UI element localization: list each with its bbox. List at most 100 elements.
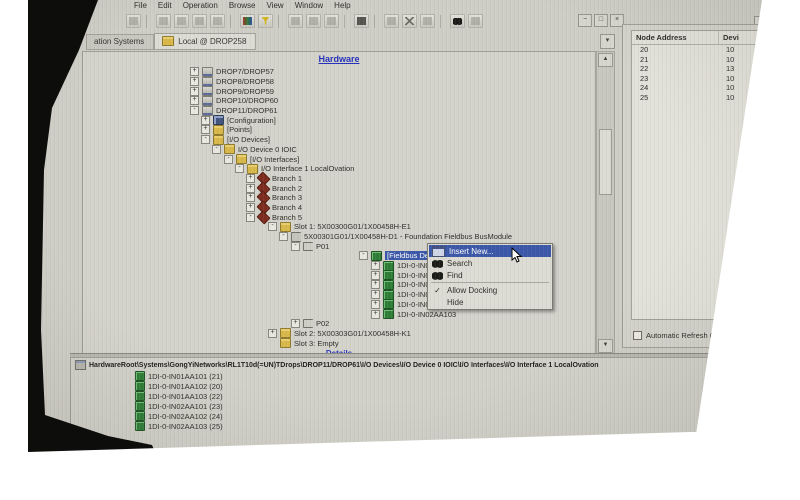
tree-expander[interactable]: -: [268, 222, 277, 231]
device-list-item[interactable]: 1DI-0-IN02AA103 (25): [71, 421, 723, 431]
table-row[interactable]: 2510: [632, 93, 792, 103]
paste-button[interactable]: [210, 14, 225, 28]
tree-item[interactable]: -Branch 5: [83, 212, 595, 222]
panel-title-hardware-link[interactable]: Hardware: [83, 54, 595, 64]
tree-item[interactable]: +DROP9/DROP59: [83, 86, 595, 96]
menu-help[interactable]: Help: [334, 1, 350, 10]
menu-item-hide[interactable]: Hide: [429, 296, 551, 308]
binoculars-button[interactable]: [450, 14, 465, 28]
menu-edit[interactable]: Edit: [158, 1, 172, 10]
tree-expander[interactable]: +: [371, 290, 380, 299]
column-header[interactable]: Node Address: [632, 31, 719, 44]
filter-button[interactable]: [258, 14, 273, 28]
column-header[interactable]: Devi: [719, 31, 743, 44]
tree-item[interactable]: +Branch 4: [83, 203, 595, 213]
tree-expander[interactable]: +: [201, 116, 210, 125]
tree-expander[interactable]: +: [246, 203, 255, 212]
menu-file[interactable]: File: [134, 1, 147, 10]
scroll-down-arrow[interactable]: ▼: [598, 339, 613, 353]
device-list-item[interactable]: 1DI-0-IN02AA101 (23): [71, 401, 723, 411]
tree-item[interactable]: +Slot 2: 5X00303G01/1X00458H-K1: [83, 329, 595, 339]
tree-expander[interactable]: -: [212, 145, 221, 154]
scroll-up-arrow[interactable]: ▲: [598, 53, 613, 67]
menu-operation[interactable]: Operation: [183, 1, 218, 10]
tree-expander[interactable]: +: [371, 310, 380, 319]
table-row[interactable]: 2410: [632, 83, 792, 93]
tree-expander[interactable]: -: [224, 155, 233, 164]
tree-item[interactable]: +DROP10/DROP60: [83, 96, 595, 106]
tree-item[interactable]: -5X00301G01/1X00458H-D1 - Foundation Fie…: [83, 232, 595, 242]
tree-expander[interactable]: +: [371, 280, 380, 289]
tree-item[interactable]: +[Points]: [83, 125, 595, 135]
device-list-item[interactable]: 1DI-0-IN02AA102 (24): [71, 411, 723, 421]
tree-expander[interactable]: +: [371, 261, 380, 270]
tree-item[interactable]: +[Configuration]: [83, 115, 595, 125]
tree-expander[interactable]: -: [359, 251, 368, 260]
tree-expander[interactable]: +: [190, 77, 199, 86]
mdi-maximize-button[interactable]: □: [594, 14, 608, 27]
table-row[interactable]: 2213: [632, 64, 792, 74]
device-list-root-row[interactable]: HardwareRoot\Systems\GongYiNetworks\RL1T…: [71, 358, 723, 371]
tree-item[interactable]: -Slot 1: 5X00300G01/1X00458H-E1: [83, 222, 595, 232]
save-button[interactable]: [306, 14, 321, 28]
tree-item[interactable]: -I/O Device 0 IOIC: [83, 145, 595, 155]
tree-expander[interactable]: +: [201, 125, 210, 134]
tree-item[interactable]: +Branch 3: [83, 193, 595, 203]
menu-item-allow-docking[interactable]: ✓Allow Docking: [429, 284, 551, 296]
table-row[interactable]: 2310: [632, 74, 792, 84]
paste2-button[interactable]: [324, 14, 339, 28]
menu-window[interactable]: Window: [295, 1, 323, 10]
delete-button[interactable]: [402, 14, 417, 28]
tree-expander[interactable]: +: [291, 319, 300, 328]
tree-expander[interactable]: +: [246, 193, 255, 202]
palette-button[interactable]: [240, 14, 255, 28]
table-row[interactable]: 2110: [632, 55, 792, 65]
print-button[interactable]: [126, 14, 141, 28]
tree-expander[interactable]: -: [235, 164, 244, 173]
tree-expander[interactable]: -: [201, 135, 210, 144]
tree-expander[interactable]: +: [190, 96, 199, 105]
cut-button[interactable]: [174, 14, 189, 28]
tree-expander[interactable]: +: [190, 87, 199, 96]
device-list-item[interactable]: 1DI-0-IN01AA101 (21): [71, 371, 723, 381]
mdi-minimize-button[interactable]: −: [578, 14, 592, 27]
tree-item[interactable]: +Branch 1: [83, 174, 595, 184]
table-row[interactable]: 2010: [632, 45, 792, 55]
tab-local-drop258[interactable]: Local @ DROP258: [154, 33, 256, 50]
tools-button[interactable]: [468, 14, 483, 28]
menu-item-insert-new-[interactable]: Insert New...: [429, 245, 551, 257]
tree-item[interactable]: -[I/O Interfaces]: [83, 154, 595, 164]
camera-button[interactable]: [354, 14, 369, 28]
device-list-item[interactable]: 1DI-0-IN01AA102 (20): [71, 381, 723, 391]
tree-expander[interactable]: +: [371, 271, 380, 280]
menu-item-search[interactable]: Search: [429, 257, 551, 269]
tab-scroll-dropdown[interactable]: ▾: [600, 34, 615, 49]
tree-item[interactable]: -I/O Interface 1 LocalOvation: [83, 164, 595, 174]
scrollbar-thumb[interactable]: [599, 129, 612, 195]
tree-expander[interactable]: -: [190, 106, 199, 115]
tree-vertical-scrollbar[interactable]: ▲ ▼: [596, 51, 615, 355]
tree-expander[interactable]: +: [246, 184, 255, 193]
tree-item[interactable]: +DROP7/DROP57: [83, 67, 595, 77]
tree-expander[interactable]: +: [268, 329, 277, 338]
tree-item[interactable]: -[I/O Devices]: [83, 135, 595, 145]
tree-item[interactable]: -DROP11/DROP61: [83, 106, 595, 116]
refresh-button[interactable]: [420, 14, 435, 28]
tree-expander[interactable]: +: [190, 67, 199, 76]
tree-expander[interactable]: -: [291, 242, 300, 251]
automatic-refresh-checkbox[interactable]: [633, 331, 642, 340]
tree-expander[interactable]: +: [371, 300, 380, 309]
tree-item[interactable]: +1DI-0-IN02AA103: [83, 309, 595, 319]
copy-button[interactable]: [192, 14, 207, 28]
tree-item[interactable]: +Branch 2: [83, 183, 595, 193]
menu-view[interactable]: View: [267, 1, 284, 10]
undo-button[interactable]: [156, 14, 171, 28]
tree-expander[interactable]: -: [279, 232, 288, 241]
tree-item[interactable]: Slot 3: Empty: [83, 338, 595, 348]
tab-ation-systems[interactable]: ation Systems: [86, 34, 154, 50]
tree-item[interactable]: +P02: [83, 319, 595, 329]
menu-item-find[interactable]: Find: [429, 269, 551, 281]
device-list-item[interactable]: 1DI-0-IN01AA103 (22): [71, 391, 723, 401]
tree-expander[interactable]: +: [246, 174, 255, 183]
tree-expander[interactable]: -: [246, 213, 255, 222]
